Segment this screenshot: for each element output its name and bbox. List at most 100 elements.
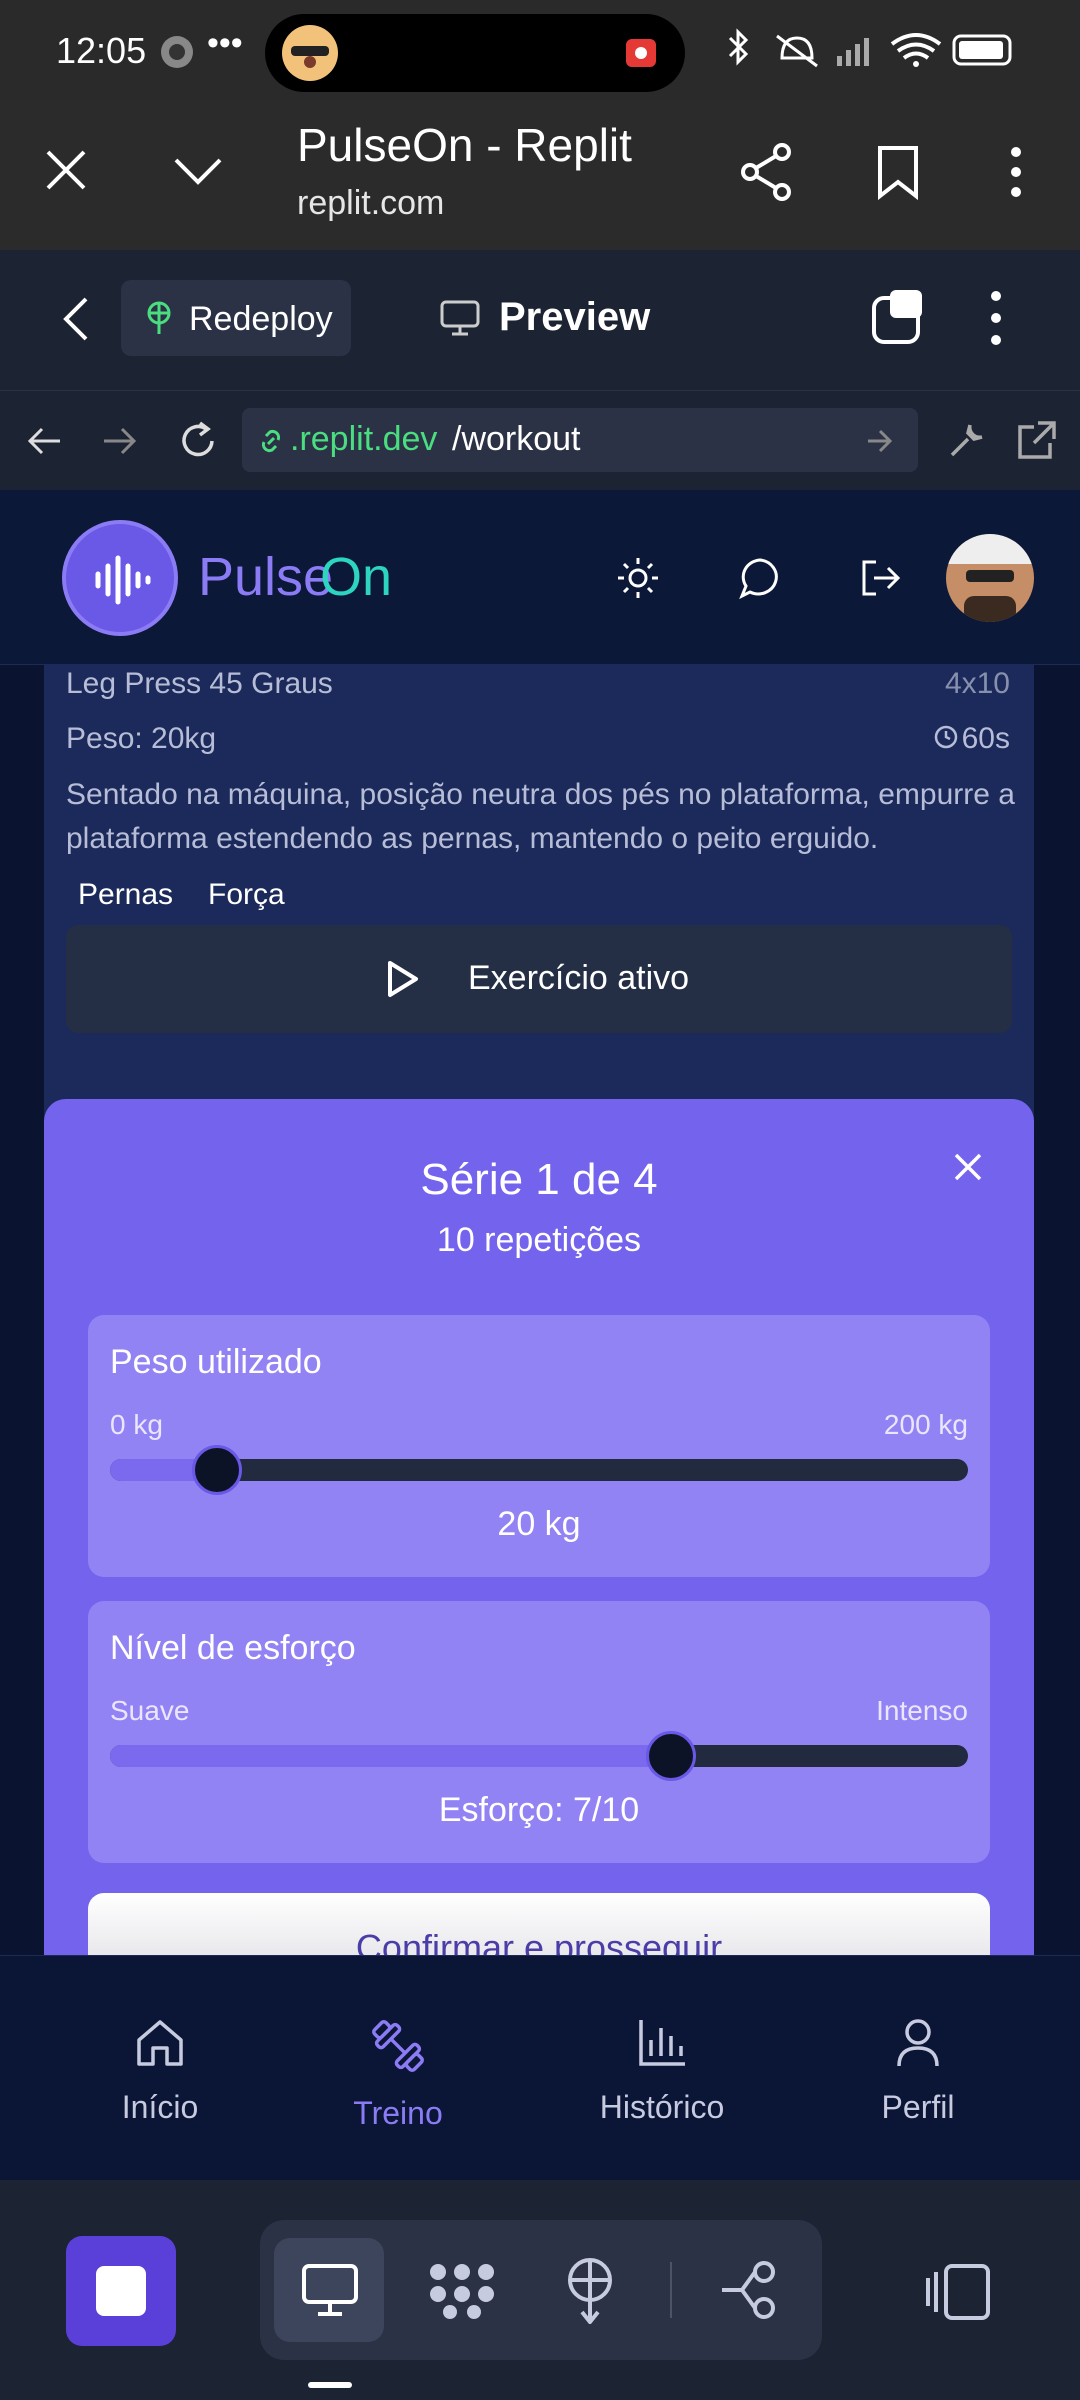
url-host: .replit.dev xyxy=(290,420,438,458)
deploy-icon[interactable] xyxy=(560,2256,620,2324)
git-branch-icon[interactable] xyxy=(718,2260,782,2320)
close-icon[interactable] xyxy=(952,1151,984,1183)
preview-tool-button[interactable] xyxy=(274,2238,384,2342)
bookmark-icon[interactable] xyxy=(876,144,920,200)
url-field[interactable]: .replit.dev /workout xyxy=(242,408,918,472)
stop-button[interactable] xyxy=(66,2236,176,2346)
effort-slider[interactable] xyxy=(110,1731,968,1781)
forward-arrow-icon[interactable] xyxy=(100,423,140,459)
wrench-icon[interactable] xyxy=(944,419,988,463)
confirm-button[interactable]: Confirmar e prosseguir xyxy=(88,1893,990,1955)
reload-icon[interactable] xyxy=(176,419,220,463)
chat-icon[interactable] xyxy=(738,556,782,600)
stop-icon xyxy=(96,2266,146,2316)
nav-label: Treino xyxy=(353,2095,443,2131)
redeploy-label: Redeploy xyxy=(189,300,333,338)
status-bar: 12:05 ••• xyxy=(0,0,1080,100)
effort-max: Intenso xyxy=(876,1695,968,1726)
chevron-down-icon[interactable] xyxy=(172,152,224,188)
bottom-nav: Início Treino Histórico Perfil xyxy=(0,1955,1080,2180)
nav-item-historico[interactable]: Histórico xyxy=(562,2016,762,2126)
effort-slider-fill xyxy=(110,1745,671,1767)
effort-panel: Nível de esforço Suave Intenso Esforço: … xyxy=(88,1601,990,1863)
back-chevron-icon[interactable] xyxy=(60,295,92,343)
effort-slider-thumb[interactable] xyxy=(646,1731,696,1781)
sun-icon[interactable] xyxy=(616,556,660,600)
weight-panel: Peso utilizado 0 kg 200 kg 20 kg xyxy=(88,1315,990,1577)
preview-label: Preview xyxy=(499,295,651,339)
url-path: /workout xyxy=(452,420,581,458)
avatar-sticker-icon xyxy=(282,25,338,81)
nav-label: Histórico xyxy=(599,2089,725,2125)
nav-item-treino[interactable]: Treino xyxy=(298,2016,498,2132)
more-vertical-icon[interactable] xyxy=(1004,144,1028,200)
open-external-icon[interactable] xyxy=(1014,419,1058,463)
weight-label: Peso utilizado xyxy=(110,1343,322,1381)
record-indicator-icon xyxy=(626,39,656,67)
devices-icon[interactable] xyxy=(924,2262,996,2322)
bell-off-icon xyxy=(780,36,814,60)
close-icon[interactable] xyxy=(44,148,88,192)
replit-dock xyxy=(0,2180,1080,2400)
nav-item-inicio[interactable]: Início xyxy=(60,2016,260,2126)
monitor-icon xyxy=(302,2264,358,2316)
confirm-label: Confirmar e prosseguir xyxy=(355,1927,723,1955)
clock-icon xyxy=(934,725,958,749)
share-icon[interactable] xyxy=(740,142,794,202)
browser-domain: replit.com xyxy=(297,184,445,222)
effort-value: Esforço: 7/10 xyxy=(438,1791,640,1829)
agent-grid-icon[interactable] xyxy=(426,2260,498,2320)
monitor-icon xyxy=(440,300,480,336)
weight-min: 0 kg xyxy=(110,1409,163,1440)
serie-card: Série 1 de 4 10 repetições Peso utilizad… xyxy=(44,1099,1034,1955)
signal-icon xyxy=(837,56,842,66)
active-exercise-label: Exercício ativo xyxy=(468,959,690,997)
browser-toolbar: PulseOn - Replit replit.com xyxy=(0,100,1080,250)
chart-icon xyxy=(639,2020,685,2066)
browser-page-title: PulseOn - Replit xyxy=(297,119,632,171)
logout-icon[interactable] xyxy=(858,556,902,600)
go-arrow-icon[interactable] xyxy=(864,426,894,456)
serie-title: Série 1 de 4 xyxy=(420,1155,658,1204)
pulse-wave-icon xyxy=(95,555,151,605)
exercise-name: Leg Press 45 Graus xyxy=(66,667,333,700)
brand-name-on: On xyxy=(320,547,393,607)
serie-subtitle: 10 repetições xyxy=(436,1221,642,1259)
exercise-sets-reps: 4x10 xyxy=(944,667,1010,700)
home-indicator xyxy=(308,2382,352,2388)
weight-slider[interactable] xyxy=(110,1445,968,1495)
status-time: 12:05 xyxy=(56,30,147,71)
dock-tool-group xyxy=(260,2220,822,2360)
weight-max: 200 kg xyxy=(883,1409,968,1440)
weight-slider-thumb[interactable] xyxy=(192,1445,242,1495)
play-icon xyxy=(388,961,418,997)
status-app-icon xyxy=(161,36,193,68)
tag: Força xyxy=(196,870,297,920)
active-exercise-button[interactable]: Exercício ativo xyxy=(66,925,1012,1033)
weight-value: 20 kg xyxy=(497,1505,581,1543)
nav-label: Perfil xyxy=(881,2089,955,2125)
dumbbell-icon xyxy=(372,2020,424,2072)
effort-min: Suave xyxy=(110,1695,190,1726)
brand-name-pulse: Pulse xyxy=(198,547,334,607)
avatar[interactable] xyxy=(946,534,1034,622)
status-more-dots: ••• xyxy=(207,24,243,62)
deploy-icon xyxy=(147,301,171,334)
back-arrow-icon[interactable] xyxy=(24,423,64,459)
more-vertical-icon xyxy=(991,291,1001,301)
toolbar-right-icons xyxy=(872,290,1001,345)
exercise-weight: Peso: 20kg xyxy=(66,722,217,755)
user-icon xyxy=(897,2019,939,2067)
wifi-icon xyxy=(890,33,942,60)
redeploy-button[interactable]: Redeploy xyxy=(121,280,351,356)
workout-content: Leg Press 45 Graus 4x10 Peso: 20kg 60s S… xyxy=(0,665,1080,1955)
dynamic-island xyxy=(265,14,685,92)
app-logo[interactable] xyxy=(62,520,178,636)
nav-label: Início xyxy=(121,2089,199,2125)
dock-divider xyxy=(670,2262,672,2318)
tag: Pernas xyxy=(66,870,186,920)
nav-item-perfil[interactable]: Perfil xyxy=(818,2016,1018,2126)
home-icon xyxy=(137,2020,183,2066)
exercise-description: Sentado na máquina, posição neutra dos p… xyxy=(66,778,1015,855)
exercise-rest: 60s xyxy=(961,722,1010,755)
